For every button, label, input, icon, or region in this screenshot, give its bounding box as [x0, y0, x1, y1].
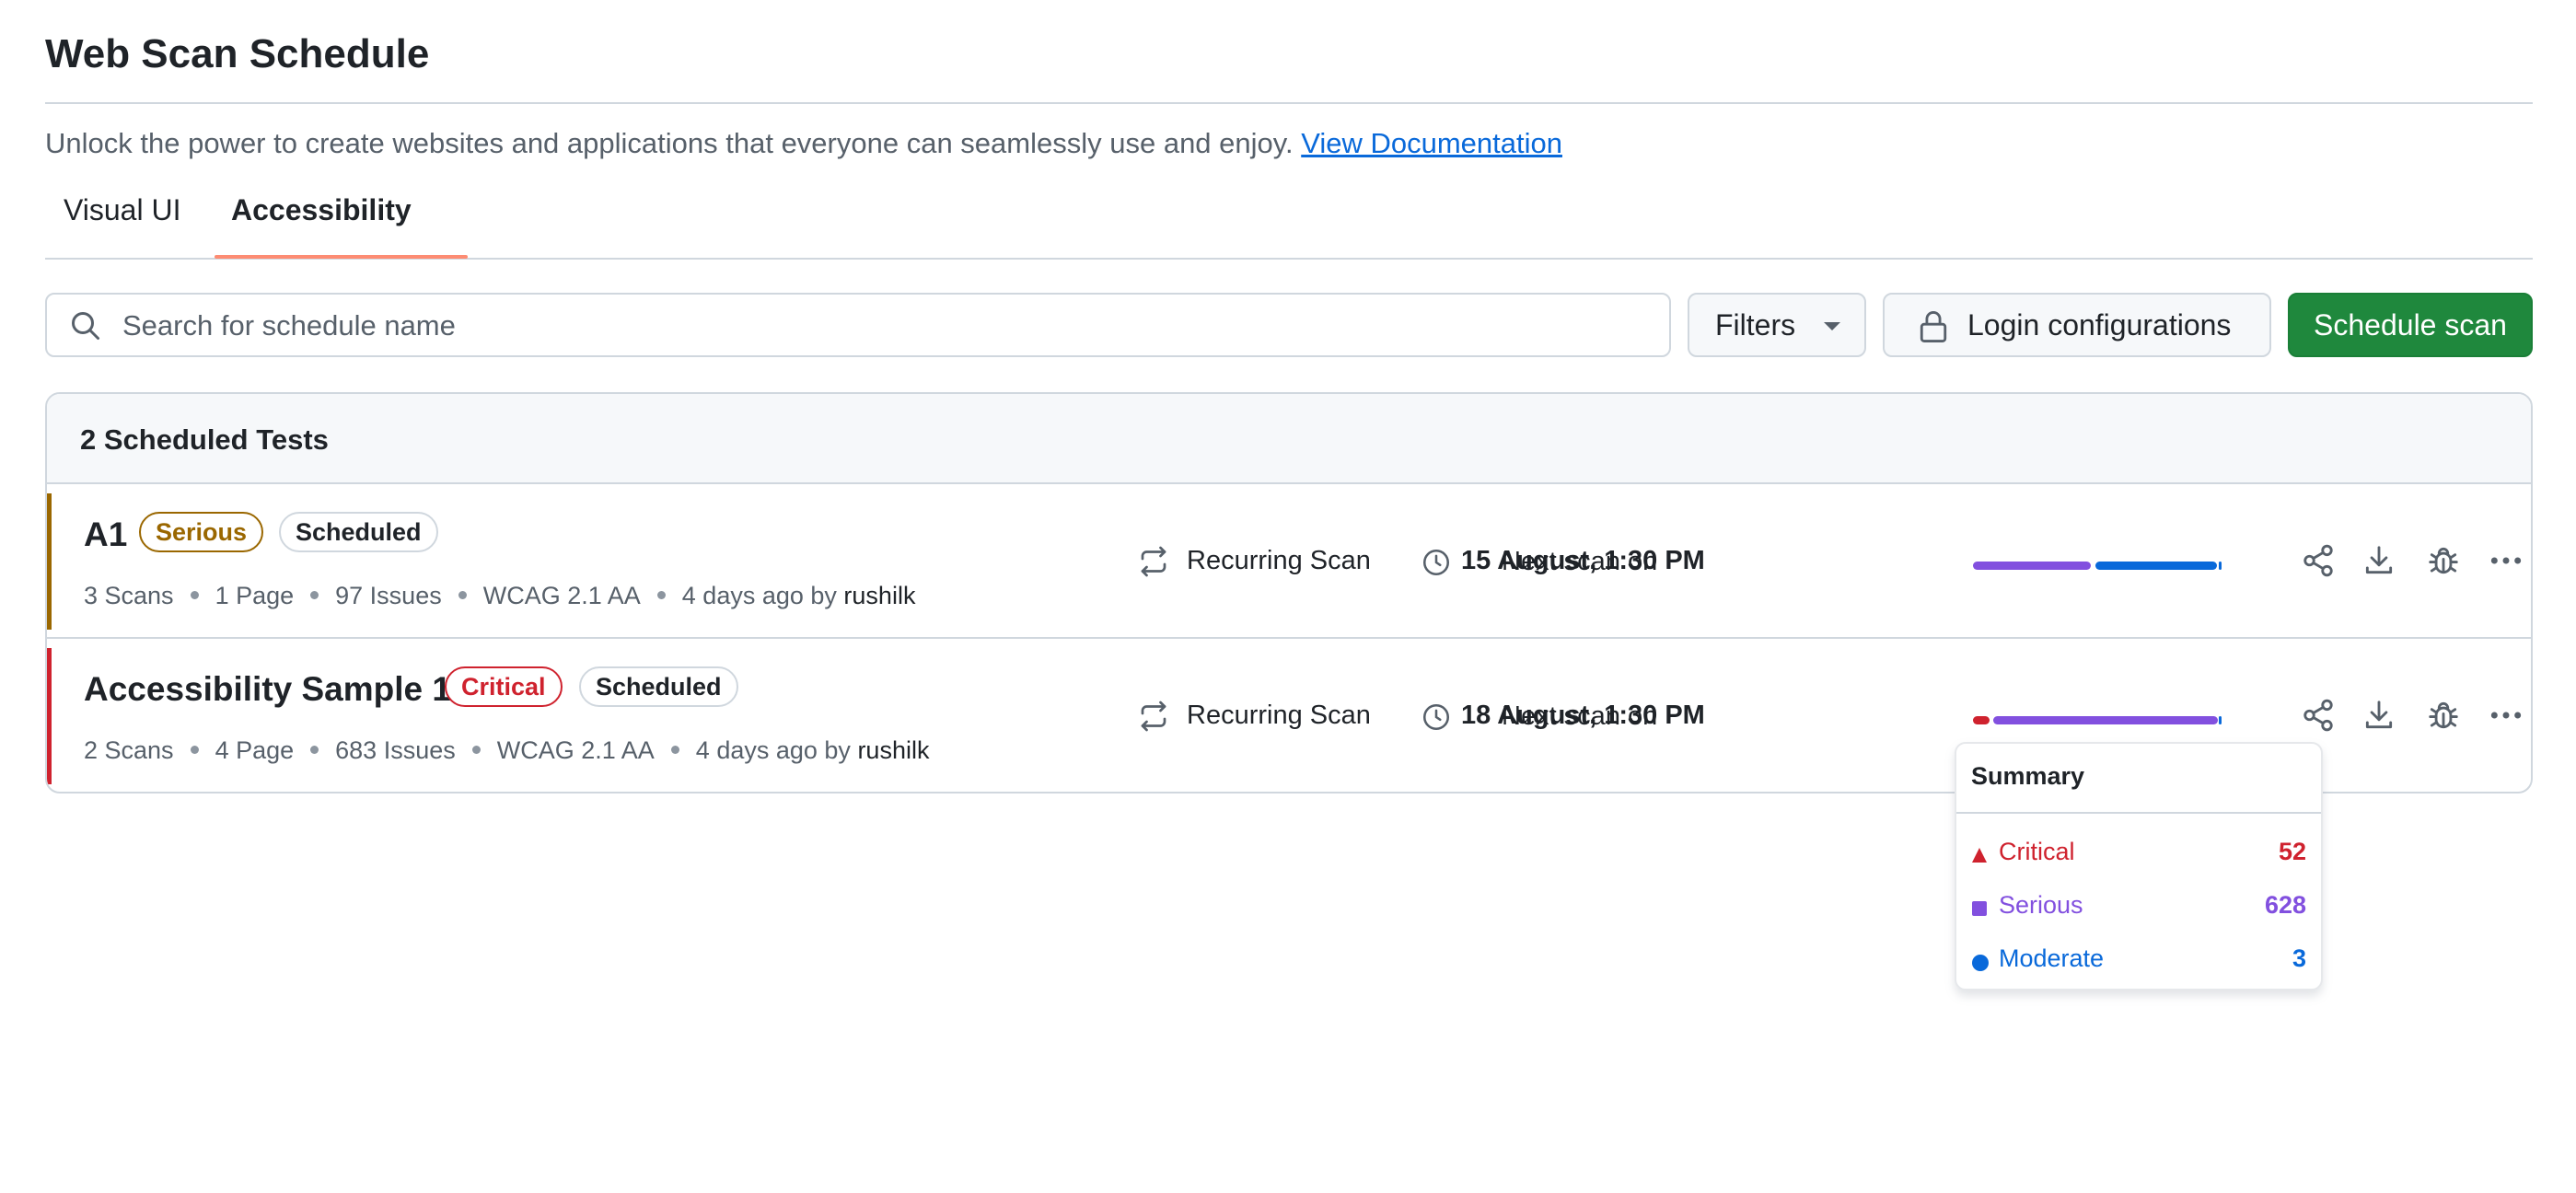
summary-label: Moderate: [1999, 944, 2105, 972]
schedule-scan-button[interactable]: Schedule scan: [2288, 293, 2533, 357]
login-configurations-button[interactable]: Login configurations: [1883, 293, 2271, 357]
separator-dot: [458, 591, 467, 600]
square-icon: [1972, 901, 1987, 916]
clock-icon: [1422, 703, 1450, 731]
summary-divider: [1956, 812, 2321, 814]
updated-time: 4 days ago by: [695, 736, 851, 764]
summary-popover: Summary Critical 52 Serious 628 Moderate…: [1955, 742, 2323, 990]
serious-segment: [1993, 716, 2218, 724]
summary-item-serious: Serious 628: [1971, 887, 2306, 924]
summary-value: 628: [2264, 891, 2306, 919]
filters-label: Filters: [1715, 307, 1796, 342]
lock-icon: [1920, 311, 1947, 342]
separator-dot: [656, 591, 666, 600]
download-icon[interactable]: [2361, 543, 2396, 578]
page-title: Web Scan Schedule: [45, 31, 430, 76]
clock-icon: [1422, 549, 1450, 576]
repeat-icon: [1141, 546, 1166, 577]
moderate-segment: [2095, 562, 2217, 570]
tab-accessibility[interactable]: Accessibility: [231, 193, 412, 227]
separator-dot: [190, 591, 199, 600]
severity-badge: Critical: [445, 666, 563, 707]
summary-value: 3: [2292, 944, 2306, 972]
test-name[interactable]: A1: [84, 515, 127, 554]
description-text: Unlock the power to create websites and …: [45, 127, 1294, 159]
severity-accent-bar: [47, 493, 52, 630]
share-icon[interactable]: [2301, 543, 2336, 578]
next-scan-text: Next scan on 15 August, 1:30 PM: [1461, 546, 1705, 576]
author-name: rushilk: [843, 582, 916, 609]
next-scan-prefix: Next scan on: [1502, 701, 1658, 731]
page-count: 4 Page: [215, 736, 295, 764]
title-divider: [45, 102, 2533, 104]
separator-dot: [190, 746, 199, 755]
test-name[interactable]: Accessibility Sample 1: [84, 670, 451, 709]
updated-time: 4 days ago by: [681, 582, 837, 609]
scheduled-tests-panel: 2 Scheduled Tests A1 Serious Scheduled 3…: [45, 392, 2533, 793]
kebab-horizontal-icon[interactable]: [2489, 543, 2524, 578]
login-configurations-label: Login configurations: [1967, 307, 2232, 342]
summary-label: Critical: [1999, 838, 2075, 865]
kebab-horizontal-icon[interactable]: [2489, 698, 2524, 733]
serious-segment: [1973, 562, 2091, 570]
search-box: [45, 293, 1671, 357]
issue-count: 97 Issues: [335, 582, 442, 609]
separator-dot: [471, 746, 481, 755]
summary-item-moderate: Moderate 3: [1971, 941, 2306, 978]
view-documentation-link[interactable]: View Documentation: [1301, 127, 1562, 159]
separator-dot: [310, 746, 319, 755]
issue-count: 683 Issues: [335, 736, 456, 764]
caret-down-icon: [1824, 322, 1840, 330]
summary-title: Summary: [1971, 762, 2085, 790]
scheduled-tests-count: 2 Scheduled Tests: [80, 423, 329, 456]
bug-icon[interactable]: [2426, 543, 2461, 578]
recurring-scan-label: Recurring Scan: [1187, 701, 1371, 730]
status-badge: Scheduled: [279, 512, 438, 552]
test-meta: 3 Scans 1 Page 97 Issues WCAG 2.1 AA 4 days …: [84, 582, 915, 610]
scan-count: 3 Scans: [84, 582, 174, 609]
page-description: Unlock the power to create websites and …: [45, 127, 1562, 160]
moderate-segment: [2219, 716, 2222, 724]
tab-bar: Visual UI Accessibility: [45, 175, 2533, 260]
issue-distribution-bar[interactable]: [1973, 716, 2222, 724]
separator-dot: [670, 746, 679, 755]
status-badge: Scheduled: [579, 666, 738, 707]
author-name: rushilk: [857, 736, 930, 764]
repeat-icon: [1141, 701, 1166, 732]
separator-dot: [310, 591, 319, 600]
test-meta: 2 Scans 4 Page 683 Issues WCAG 2.1 AA 4 days…: [84, 736, 929, 765]
summary-value: 52: [2278, 838, 2306, 865]
tab-visual-ui[interactable]: Visual UI: [64, 193, 180, 227]
search-icon: [72, 312, 99, 340]
search-input[interactable]: [121, 302, 1653, 350]
next-scan-prefix: Next scan on: [1502, 547, 1658, 576]
critical-segment: [1973, 716, 1990, 724]
severity-accent-bar: [47, 648, 52, 784]
issue-distribution-bar[interactable]: [1973, 562, 2222, 570]
recurring-scan-label: Recurring Scan: [1187, 546, 1371, 575]
filters-button[interactable]: Filters: [1688, 293, 1866, 357]
active-tab-indicator: [215, 255, 468, 259]
page-count: 1 Page: [215, 582, 295, 609]
summary-label: Serious: [1999, 891, 2083, 919]
scan-count: 2 Scans: [84, 736, 174, 764]
share-icon[interactable]: [2301, 698, 2336, 733]
download-icon[interactable]: [2361, 698, 2396, 733]
next-scan-text: Next scan on 18 August, 1:30 PM: [1461, 701, 1705, 731]
circle-icon: [1972, 955, 1989, 971]
scheduled-tests-header: 2 Scheduled Tests: [47, 394, 2531, 484]
scheduled-test-row[interactable]: A1 Serious Scheduled 3 Scans 1 Page 97 Iss…: [47, 484, 2531, 639]
severity-badge: Serious: [139, 512, 264, 552]
bug-icon[interactable]: [2426, 698, 2461, 733]
wcag-standard: WCAG 2.1 AA: [496, 736, 655, 764]
summary-item-critical: Critical 52: [1971, 834, 2306, 871]
wcag-standard: WCAG 2.1 AA: [482, 582, 641, 609]
schedule-scan-label: Schedule scan: [2314, 307, 2507, 342]
triangle-icon: [1972, 848, 1987, 863]
minor-segment: [2219, 562, 2222, 570]
